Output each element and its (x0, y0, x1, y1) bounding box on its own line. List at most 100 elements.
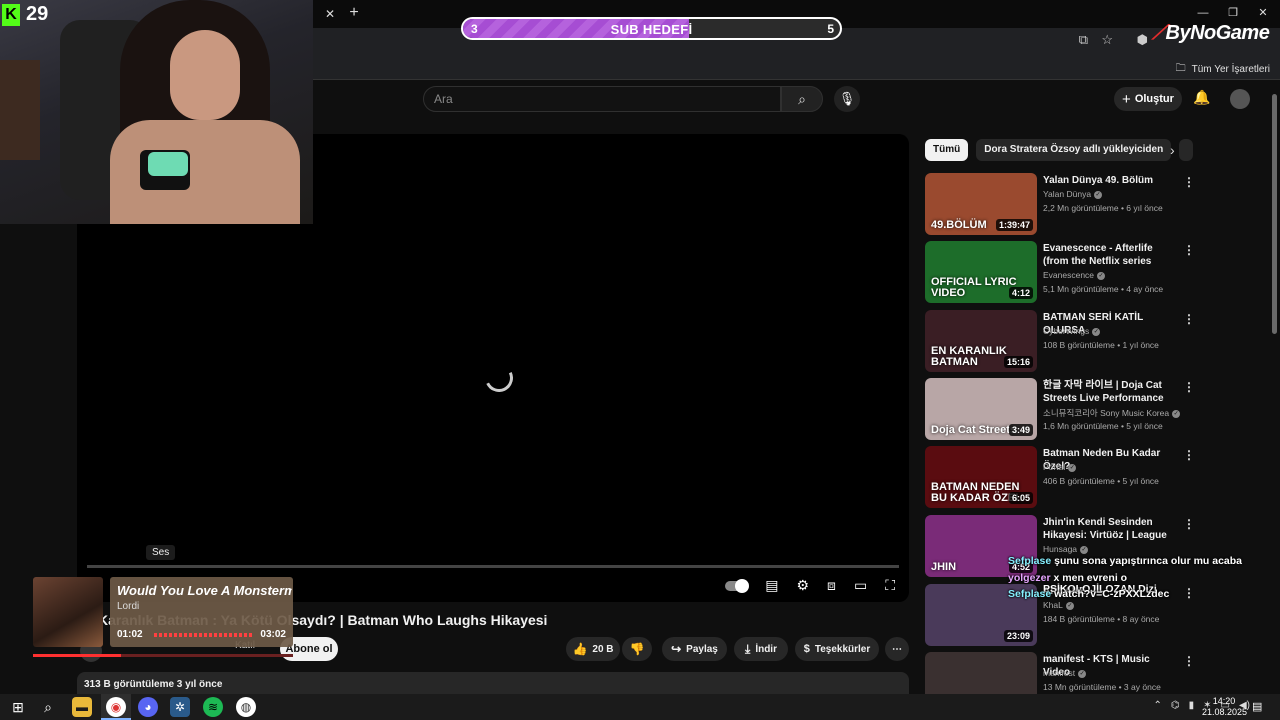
all-bookmarks-button[interactable]: 🗀 Tüm Yer İşaretleri (1176, 61, 1270, 78)
song-progress-bar (154, 633, 252, 637)
verified-check-icon: ✓ (1172, 409, 1181, 418)
chip-all[interactable]: Tümü (925, 139, 969, 161)
more-options-icon[interactable]: ⋮ (1183, 517, 1195, 531)
video-thumbnail[interactable]: EN KARANLIK BATMAN 15:16 (925, 310, 1037, 372)
thanks-button[interactable]: $ Teşekkürler (795, 637, 879, 661)
minimize-button[interactable]: — (1188, 4, 1218, 22)
recommendation-channel[interactable]: manifest ✓ (1043, 668, 1087, 678)
close-tab-icon[interactable]: ✕ (322, 6, 338, 22)
thumbnail-text: JHIN (931, 561, 957, 573)
chat-message: Sefplase şunu sona yapıştırınca olur mu … (1008, 555, 1242, 567)
file-explorer-icon[interactable]: ▬ (72, 697, 92, 717)
close-window-button[interactable]: ✕ (1248, 4, 1278, 22)
recommendation-item[interactable]: EN KARANLIK BATMAN 15:16 BATMAN SERİ KATİL… (925, 310, 1195, 372)
restore-button[interactable]: ❐ (1218, 4, 1248, 22)
create-button[interactable]: + Oluştur (1114, 87, 1182, 111)
more-actions-button[interactable]: ⋯ (885, 637, 909, 661)
share-button[interactable]: ↪ Paylaş (662, 637, 727, 661)
recommendation-title[interactable]: 한글 자막 라이브 | Doja Cat Streets Live Perfor… (1043, 379, 1171, 405)
recommendation-item[interactable]: JHIN 4:52 Jhin'in Kendi Sesinden Hikayesi:… (925, 515, 1195, 577)
more-options-icon[interactable]: ⋮ (1183, 448, 1195, 462)
windows-start-icon[interactable]: ⊞ (8, 697, 28, 717)
more-options-icon[interactable]: ⋮ (1183, 312, 1195, 326)
thumbs-down-icon: 👎 (629, 642, 645, 656)
video-thumbnail[interactable]: Doja Cat Streets 3:49 (925, 378, 1037, 440)
more-dots-icon: ⋯ (892, 643, 902, 655)
video-thumbnail[interactable]: OFFICIAL LYRIC VIDEO 4:12 (925, 241, 1037, 303)
bookmark-star-icon[interactable]: ☆ (1101, 32, 1113, 48)
video-thumbnail[interactable]: JHIN 4:52 (925, 515, 1037, 577)
video-thumbnail[interactable]: BATMAN NEDEN BU KADAR ÖZEL 6:05 (925, 446, 1037, 508)
install-icon[interactable]: ⧉ (1079, 32, 1088, 48)
fullscreen-icon[interactable]: ⛶ (885, 577, 895, 594)
obs-icon[interactable]: ◍ (236, 697, 256, 717)
more-options-icon[interactable]: ⋮ (1183, 654, 1195, 668)
chrome-icon[interactable]: ◉ (106, 697, 126, 717)
network-icon[interactable]: ⌬ (1171, 700, 1180, 711)
recommendation-meta: 2,2 Mn görüntüleme • 6 yıl önce (1043, 203, 1163, 213)
subtitles-icon[interactable]: ▤ (765, 577, 778, 594)
discord-icon[interactable]: ◕ (138, 697, 158, 717)
notifications-bell-icon[interactable]: 🔔 (1193, 89, 1210, 106)
recommendation-chips: Tümü Dora Stratera Özsoy adlı yükleyicid… (925, 139, 1194, 161)
extensions-icon[interactable]: ⬢ (1137, 32, 1148, 48)
app-icon[interactable]: ✲ (170, 697, 190, 717)
download-label: İndir (755, 643, 777, 655)
more-options-icon[interactable]: ⋮ (1183, 380, 1195, 394)
recommendation-channel[interactable]: 소니뮤직코리아 Sony Music Korea ✓ (1043, 407, 1181, 419)
settings-gear-icon[interactable]: ⚙ (796, 577, 809, 594)
download-button[interactable]: ⤓ İndir (734, 637, 788, 661)
more-options-icon[interactable]: ⋮ (1183, 243, 1195, 257)
recommendation-title[interactable]: Evanescence - Afterlife (from the Netfli… (1043, 242, 1171, 268)
recommendation-channel[interactable]: Yalan Dünya ✓ (1043, 189, 1103, 199)
streamer-body (110, 120, 300, 224)
account-avatar[interactable] (1230, 89, 1250, 109)
tray-chevron-icon[interactable]: ⌃ (1153, 700, 1161, 711)
recommendation-item[interactable]: Doja Cat Streets 3:49 한글 자막 라이브 | Doja Cat… (925, 378, 1195, 440)
search-icon[interactable]: ⌕ (38, 697, 58, 717)
search-button[interactable]: ⌕ (781, 86, 823, 112)
recommendation-channel[interactable]: Hunsaga ✓ (1043, 544, 1089, 554)
voice-search-button[interactable]: 🎙 (834, 86, 860, 112)
autoplay-toggle[interactable] (725, 578, 750, 593)
like-button[interactable]: 👍 20 B (566, 637, 620, 661)
scrollbar-thumb[interactable] (1272, 94, 1277, 334)
recommendation-channel[interactable]: Portal ✓ (1043, 462, 1077, 472)
chevron-right-icon[interactable]: › (1170, 142, 1175, 158)
recommendation-item[interactable]: BATMAN NEDEN BU KADAR ÖZEL 6:05 Batman Ned… (925, 446, 1195, 508)
video-progress-bar[interactable] (87, 565, 899, 568)
song-artist: Lordi (117, 601, 140, 612)
theater-mode-icon[interactable]: ▭ (854, 577, 867, 594)
video-thumbnail[interactable]: 49.BÖLÜM 1:39:47 (925, 173, 1037, 235)
taskbar-clock[interactable]: 14:20 21.08.2025 (1202, 696, 1247, 718)
more-options-icon[interactable]: ⋮ (1183, 586, 1195, 600)
logo-mark-icon: ⟋ (1152, 22, 1166, 44)
recommendation-channel[interactable]: KhaL ✓ (1043, 600, 1074, 610)
notification-center-icon[interactable]: ▤ (1252, 700, 1262, 713)
recommendation-item[interactable]: 49.BÖLÜM 1:39:47 Yalan Dünya 49. Bölüm Yala… (925, 173, 1195, 235)
video-duration: 1:39:47 (995, 219, 1033, 231)
search-box (423, 86, 781, 112)
bynogame-logo: ⟋ByNoGame (1152, 22, 1270, 45)
like-count: 20 B (592, 643, 614, 655)
new-tab-button[interactable]: + (346, 4, 362, 22)
spotify-icon[interactable]: ≋ (203, 697, 223, 717)
recommendation-channel[interactable]: Evanescence ✓ (1043, 270, 1106, 280)
share-icon: ↪ (671, 642, 682, 656)
recommendation-meta: 5,1 Mn görüntüleme • 4 ay önce (1043, 284, 1164, 294)
song-progress-line (33, 654, 293, 657)
recommendation-item[interactable]: OFFICIAL LYRIC VIDEO 4:12 Evanescence - Af… (925, 241, 1195, 303)
sub-goal-label: SUB HEDEFİ (610, 22, 693, 37)
search-input[interactable] (424, 87, 780, 111)
miniplayer-icon[interactable]: ⧈ (827, 577, 836, 594)
description-box[interactable]: 313 B görüntüleme 3 yıl önce (77, 672, 909, 694)
chip-uploader[interactable]: Dora Stratera Özsoy adlı yükleyiciden (976, 139, 1172, 161)
chip-partial[interactable] (1179, 139, 1194, 161)
recommendation-title[interactable]: Yalan Dünya 49. Bölüm (1043, 174, 1171, 187)
sub-goal-bar: 3 SUB HEDEFİ 5 (461, 17, 842, 40)
recommendation-channel[interactable]: CyberWings ✓ (1043, 326, 1101, 336)
microphone-tray-icon[interactable]: ▮ (1189, 700, 1195, 711)
dislike-button[interactable]: 👎 (622, 637, 652, 661)
more-options-icon[interactable]: ⋮ (1183, 175, 1195, 189)
recommendation-title[interactable]: Jhin'in Kendi Sesinden Hikayesi: Virtüöz… (1043, 516, 1171, 542)
